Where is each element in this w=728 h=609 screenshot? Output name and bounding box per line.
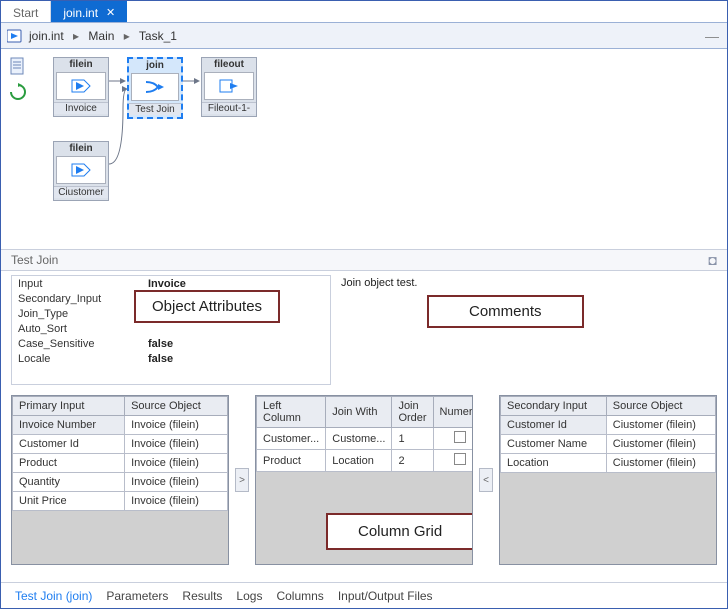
node-label: Invoice xyxy=(54,102,108,114)
checkbox[interactable] xyxy=(454,453,466,465)
col-header[interactable]: Left Column xyxy=(257,397,326,428)
attr-key: Locale xyxy=(12,351,142,366)
bottom-tabstrip: Test Join (join) Parameters Results Logs… xyxy=(1,582,727,608)
col-header[interactable]: Source Object xyxy=(125,397,228,416)
tab-label: join.int xyxy=(63,6,98,20)
attr-val xyxy=(142,321,330,336)
table-row: ProductInvoice (filein) xyxy=(13,454,228,473)
crumb-main[interactable]: Main xyxy=(88,29,114,43)
node-filein-invoice[interactable]: filein Invoice xyxy=(53,57,109,117)
breadcrumb[interactable]: join.int ▸ Main ▸ Task_1 xyxy=(29,29,177,43)
col-header[interactable]: Join Order xyxy=(392,397,433,428)
work-row: filein Invoice join Test Join fileout Fi… xyxy=(1,49,727,249)
attr-key: Join_Type xyxy=(12,306,142,321)
col-header[interactable]: Secondary Input xyxy=(501,397,607,416)
secondary-input-grid[interactable]: Secondary Input Source Object Customer I… xyxy=(499,395,717,565)
bottom-tab-io[interactable]: Input/Output Files xyxy=(338,589,433,603)
comments-text: Join object test. xyxy=(341,277,417,289)
close-icon[interactable]: ✕ xyxy=(106,6,115,19)
breadcrumb-toolbar: join.int ▸ Main ▸ Task_1 — xyxy=(1,23,727,49)
attr-key: Input xyxy=(12,276,142,291)
table-row: LocationCiustomer (filein) xyxy=(501,454,716,473)
node-label: Fileout-1- xyxy=(202,102,256,114)
arrow-right-icon xyxy=(56,72,106,100)
col-header[interactable]: Primary Input xyxy=(13,397,125,416)
attr-key: Secondary_Input xyxy=(12,291,142,306)
node-label: Ciustomer xyxy=(54,186,108,198)
move-left-button[interactable]: < xyxy=(479,468,493,492)
primary-input-grid[interactable]: Primary Input Source Object Invoice Numb… xyxy=(11,395,229,565)
file-tabstrip: Start join.int ✕ xyxy=(1,1,727,23)
grids-row: Primary Input Source Object Invoice Numb… xyxy=(1,389,727,565)
attr-val: false xyxy=(142,351,330,366)
table-row: QuantityInvoice (filein) xyxy=(13,473,228,492)
bottom-tab-logs[interactable]: Logs xyxy=(236,589,262,603)
attributes-row: InputInvoice Secondary_Input Join_Type A… xyxy=(1,271,727,389)
panel-title-bar: Test Join ◘ xyxy=(1,249,727,271)
table-row: Customer NameCiustomer (filein) xyxy=(501,435,716,454)
node-join[interactable]: join Test Join xyxy=(127,57,183,119)
node-type: filein xyxy=(54,58,108,70)
node-type: filein xyxy=(54,142,108,154)
join-grid[interactable]: Left Column Join With Join Order Numeric… xyxy=(255,395,473,565)
attr-val: false xyxy=(142,336,330,351)
comments-panel[interactable]: Join object test. Comments xyxy=(337,275,717,385)
callout-comments: Comments xyxy=(427,295,584,328)
table-row: Customer... Custome... 1 xyxy=(257,428,474,450)
page-icon[interactable] xyxy=(9,57,27,75)
move-right-button[interactable]: > xyxy=(235,468,249,492)
attr-val xyxy=(142,306,330,321)
table-row: Customer IdInvoice (filein) xyxy=(13,435,228,454)
table-row: Customer IdCiustomer (filein) xyxy=(501,416,716,435)
table-row: Product Location 2 xyxy=(257,450,474,472)
object-attributes-panel[interactable]: InputInvoice Secondary_Input Join_Type A… xyxy=(11,275,331,385)
node-label: Test Join xyxy=(129,103,181,115)
pin-icon[interactable]: ◘ xyxy=(709,252,717,268)
page-arrow-icon xyxy=(204,72,254,100)
bottom-tab-testjoin[interactable]: Test Join (join) xyxy=(15,589,92,603)
bottom-tab-columns[interactable]: Columns xyxy=(276,589,323,603)
col-header[interactable]: Join With xyxy=(326,397,392,428)
node-type: join xyxy=(129,59,181,71)
crumb-task[interactable]: Task_1 xyxy=(139,29,177,43)
diagram-canvas[interactable]: filein Invoice join Test Join fileout Fi… xyxy=(35,49,727,249)
attr-val xyxy=(142,291,330,306)
tab-start[interactable]: Start xyxy=(1,1,51,22)
crumb-root[interactable]: join.int xyxy=(29,29,64,43)
chevron-right-icon: ▸ xyxy=(67,29,85,43)
bottom-tab-results[interactable]: Results xyxy=(182,589,222,603)
tab-joinint[interactable]: join.int ✕ xyxy=(51,1,127,22)
attributes-table: InputInvoice Secondary_Input Join_Type A… xyxy=(12,276,330,366)
callout-column-grid: Column Grid xyxy=(326,513,473,550)
panel-title: Test Join xyxy=(11,253,58,267)
node-filein-customer[interactable]: filein Ciustomer xyxy=(53,141,109,201)
tab-label: Start xyxy=(13,6,38,20)
attr-key: Case_Sensitive xyxy=(12,336,142,351)
refresh-icon[interactable] xyxy=(9,83,27,101)
merge-icon xyxy=(131,73,179,101)
attr-val: Invoice xyxy=(142,276,330,291)
left-gutter xyxy=(1,49,35,249)
attr-key: Auto_Sort xyxy=(12,321,142,336)
col-header[interactable]: Numeric xyxy=(433,397,473,428)
node-type: fileout xyxy=(202,58,256,70)
table-row: Unit PriceInvoice (filein) xyxy=(13,492,228,511)
arrow-right-icon xyxy=(56,156,106,184)
chevron-right-icon: ▸ xyxy=(118,29,136,43)
run-icon[interactable] xyxy=(7,28,23,44)
window-dash-icon[interactable]: — xyxy=(705,28,721,44)
col-header[interactable]: Source Object xyxy=(606,397,715,416)
node-fileout[interactable]: fileout Fileout-1- xyxy=(201,57,257,117)
bottom-tab-parameters[interactable]: Parameters xyxy=(106,589,168,603)
checkbox[interactable] xyxy=(454,431,466,443)
table-row: Invoice NumberInvoice (filein) xyxy=(13,416,228,435)
